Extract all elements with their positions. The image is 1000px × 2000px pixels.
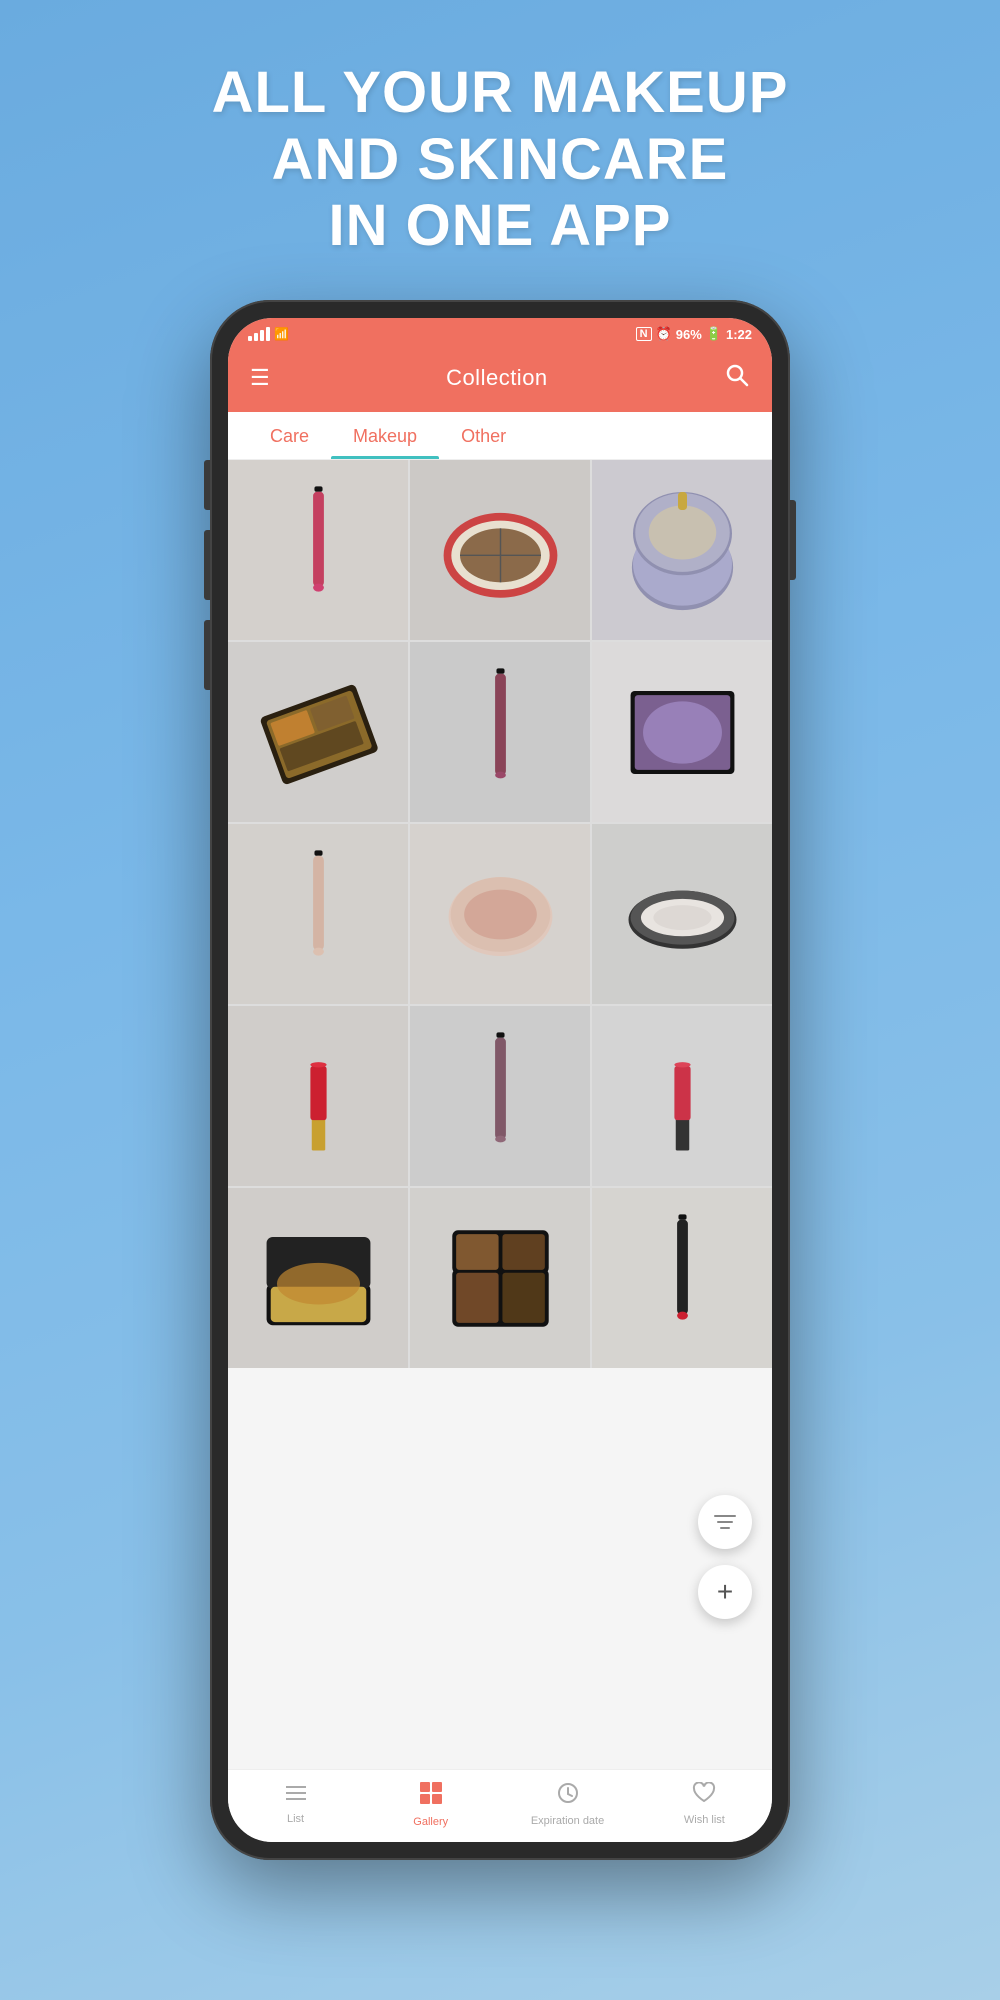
signal-icon — [248, 327, 270, 341]
search-icon[interactable] — [724, 362, 750, 394]
tab-bar: Care Makeup Other — [228, 412, 772, 460]
gallery-icon — [418, 1780, 444, 1812]
product-cell-9[interactable] — [592, 824, 772, 1004]
product-cell-1[interactable] — [228, 460, 408, 640]
tab-care[interactable]: Care — [248, 412, 331, 459]
product-cell-11[interactable] — [410, 1006, 590, 1186]
product-cell-14[interactable] — [410, 1188, 590, 1368]
app-header: ☰ Collection — [228, 348, 772, 412]
tab-other[interactable]: Other — [439, 412, 528, 459]
hero-line1: ALL YOUR MAKEUP — [212, 60, 789, 127]
product-cell-8[interactable] — [410, 824, 590, 1004]
battery-icon: 🔋 — [706, 326, 722, 342]
product-grid-wrapper: + — [228, 460, 772, 1769]
product-cell-15[interactable] — [592, 1188, 772, 1368]
bottom-nav: List Gallery — [228, 1769, 772, 1842]
product-cell-4[interactable] — [228, 642, 408, 822]
hero-line3: IN ONE APP — [212, 193, 789, 260]
nfc-indicator: N — [636, 327, 652, 341]
product-cell-12[interactable] — [592, 1006, 772, 1186]
menu-icon[interactable]: ☰ — [250, 365, 270, 391]
alarm-icon: ⏰ — [656, 326, 672, 342]
battery-text: 96% — [676, 327, 702, 342]
status-right: N ⏰ 96% 🔋 1:22 — [636, 326, 752, 342]
time-display: 1:22 — [726, 327, 752, 342]
tab-makeup[interactable]: Makeup — [331, 412, 439, 459]
nav-expiration[interactable]: Expiration date — [531, 1781, 604, 1827]
status-left: 📶 — [248, 327, 289, 341]
hero-line2: AND SKINCARE — [212, 127, 789, 194]
clock-icon — [556, 1781, 580, 1811]
filter-fab-button[interactable] — [698, 1495, 752, 1549]
product-cell-7[interactable] — [228, 824, 408, 1004]
phone-screen: 📶 N ⏰ 96% 🔋 1:22 ☰ Collection — [228, 318, 772, 1842]
list-icon — [284, 1783, 308, 1809]
hero-text: ALL YOUR MAKEUP AND SKINCARE IN ONE APP — [152, 0, 849, 300]
product-grid — [228, 460, 772, 1368]
product-cell-6[interactable] — [592, 642, 772, 822]
product-cell-13[interactable] — [228, 1188, 408, 1368]
app-title: Collection — [446, 365, 548, 391]
status-bar: 📶 N ⏰ 96% 🔋 1:22 — [228, 318, 772, 348]
wifi-icon: 📶 — [274, 327, 289, 341]
product-cell-2[interactable] — [410, 460, 590, 640]
heart-icon — [692, 1782, 716, 1810]
phone-volume-up-button — [204, 460, 210, 510]
product-cell-3[interactable] — [592, 460, 772, 640]
product-cell-5[interactable] — [410, 642, 590, 822]
nav-list[interactable]: List — [261, 1783, 331, 1825]
product-cell-10[interactable] — [228, 1006, 408, 1186]
phone-mockup: 📶 N ⏰ 96% 🔋 1:22 ☰ Collection — [210, 300, 790, 1860]
phone-volume-down-button — [204, 530, 210, 600]
add-fab-button[interactable]: + — [698, 1565, 752, 1619]
phone-power-button — [790, 500, 796, 580]
nav-gallery[interactable]: Gallery — [396, 1780, 466, 1828]
phone-camera-button — [204, 620, 210, 690]
nav-wishlist[interactable]: Wish list — [669, 1782, 739, 1826]
